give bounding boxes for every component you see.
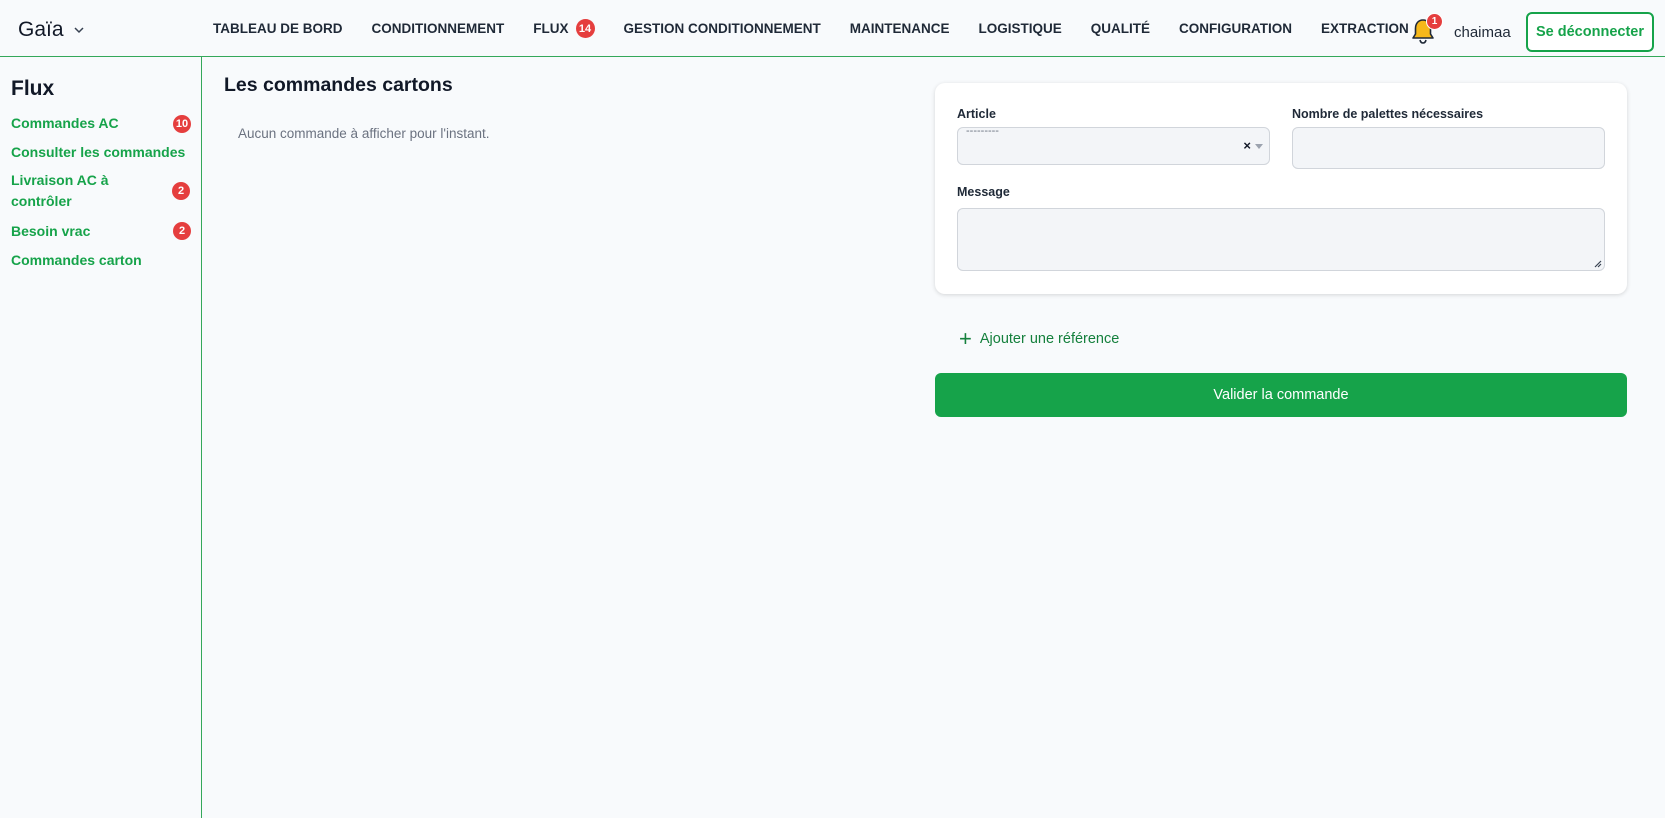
article-label: Article [957, 107, 996, 121]
validate-order-button[interactable]: Valider la commande [935, 373, 1627, 417]
message-label: Message [957, 185, 1010, 199]
message-textarea[interactable] [957, 208, 1605, 271]
brand-menu[interactable]: Gaïa [18, 18, 86, 42]
top-navbar: Gaïa TABLEAU DE BORD CONDITIONNEMENT FLU… [0, 0, 1665, 57]
main-nav: TABLEAU DE BORD CONDITIONNEMENT FLUX 14 … [213, 0, 1438, 57]
nav-item-configuration[interactable]: CONFIGURATION [1179, 21, 1292, 36]
empty-state-message: Aucun commande à afficher pour l'instant… [238, 126, 490, 141]
clear-icon[interactable]: × [1243, 138, 1251, 153]
nav-item-conditionnement[interactable]: CONDITIONNEMENT [372, 21, 505, 36]
chevron-down-icon[interactable] [1255, 144, 1263, 149]
article-select-placeholder: --------- [966, 125, 999, 137]
nav-item-label: GESTION CONDITIONNEMENT [623, 21, 821, 36]
notification-count-badge: 1 [1426, 13, 1443, 30]
nav-item-label: TABLEAU DE BORD [213, 21, 343, 36]
sidebar-item-livraison-ac[interactable]: Livraison AC à contrôler [11, 170, 151, 212]
nav-item-label: EXTRACTION [1321, 21, 1409, 36]
order-form-card: Article --------- × Nombre de palettes n… [935, 83, 1627, 294]
add-reference-label: Ajouter une référence [979, 331, 1120, 347]
sidebar-item-badge: 2 [173, 222, 191, 240]
palettes-label: Nombre de palettes nécessaires [1292, 107, 1484, 121]
flux-count-badge: 14 [575, 19, 595, 38]
logout-button[interactable]: Se déconnecter [1526, 12, 1654, 52]
chevron-down-icon [72, 23, 86, 37]
nav-item-flux[interactable]: FLUX 14 [533, 19, 595, 38]
sidebar-item-badge: 2 [172, 182, 190, 200]
nav-item-label: CONFIGURATION [1179, 21, 1293, 36]
nav-item-maintenance[interactable]: MAINTENANCE [850, 21, 950, 36]
nav-item-extraction[interactable]: EXTRACTION [1321, 21, 1409, 36]
sidebar-item-label: Consulter les commandes [11, 144, 186, 160]
resize-handle-icon[interactable] [1592, 258, 1602, 268]
nav-item-tableau-de-bord[interactable]: TABLEAU DE BORD [213, 21, 343, 36]
sidebar-item-commandes-carton[interactable]: Commandes carton [11, 250, 191, 271]
sidebar-item-consulter-les-commandes[interactable]: Consulter les commandes [11, 142, 191, 163]
nav-item-label: LOGISTIQUE [978, 21, 1062, 36]
add-reference-button[interactable]: + Ajouter une référence [935, 319, 1627, 359]
nav-item-qualite[interactable]: QUALITÉ [1091, 21, 1150, 36]
nav-item-logistique[interactable]: LOGISTIQUE [979, 21, 1062, 36]
sidebar-title: Flux [11, 77, 55, 100]
nav-item-label: MAINTENANCE [849, 21, 950, 36]
sidebar: Flux Commandes AC 10 Consulter les comma… [0, 57, 202, 818]
sidebar-item-label: Besoin vrac [11, 223, 91, 239]
palettes-input[interactable] [1292, 127, 1605, 169]
sidebar-item-label: Commandes AC [11, 115, 119, 131]
sidebar-item-label: Commandes carton [11, 252, 142, 268]
username: chaimaa [1454, 24, 1511, 41]
nav-item-gestion-conditionnement[interactable]: GESTION CONDITIONNEMENT [624, 21, 821, 36]
sidebar-item-commandes-ac[interactable]: Commandes AC 10 [11, 113, 191, 134]
page-title: Les commandes cartons [224, 74, 453, 96]
brand-name: Gaïa [18, 18, 64, 41]
plus-icon: + [959, 326, 972, 351]
nav-item-label: CONDITIONNEMENT [371, 21, 505, 36]
sidebar-item-besoin-vrac[interactable]: Besoin vrac 2 [11, 221, 191, 242]
sidebar-item-badge: 10 [173, 115, 191, 133]
article-select[interactable]: --------- × [957, 125, 1270, 165]
nav-item-label: FLUX [533, 21, 569, 36]
sidebar-item-label: Livraison AC à contrôler [11, 172, 109, 209]
nav-item-label: QUALITÉ [1090, 21, 1151, 36]
